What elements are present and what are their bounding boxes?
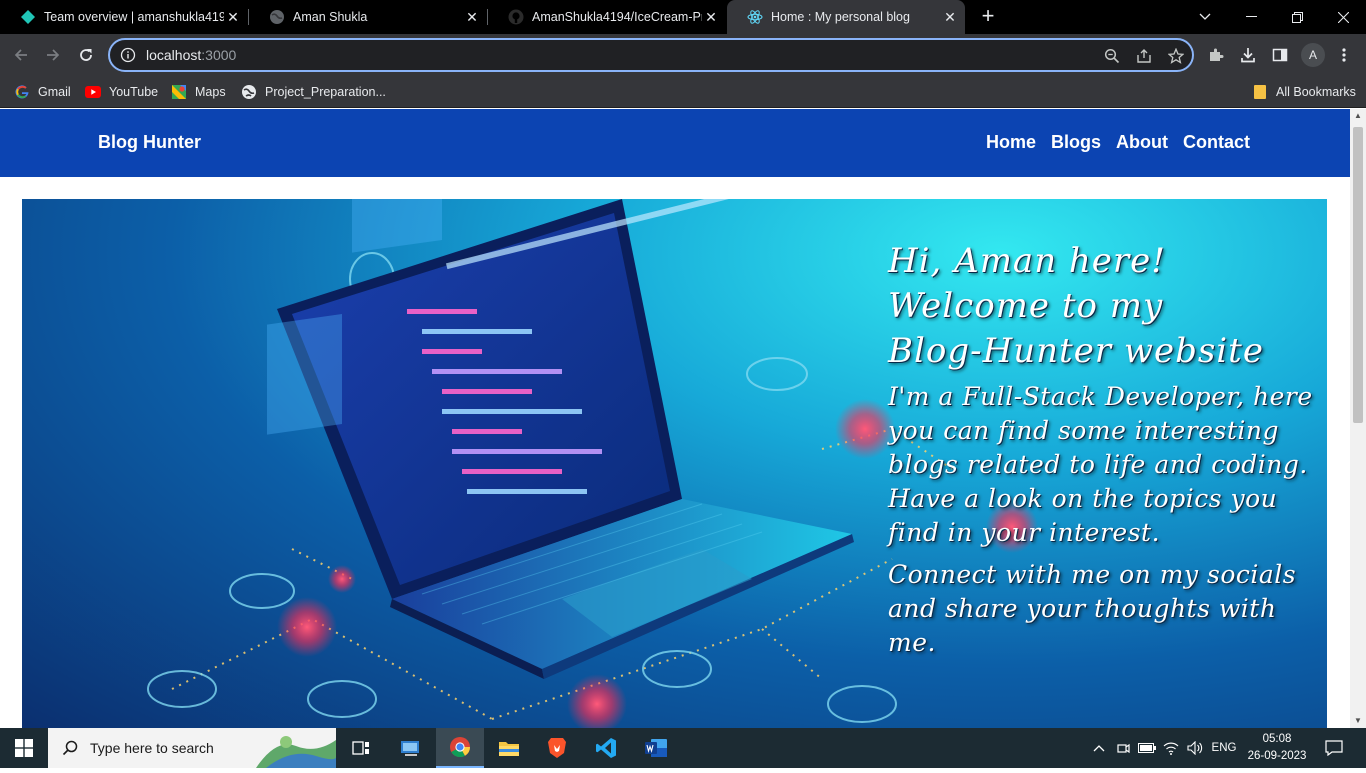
url-port: :3000 <box>201 47 237 63</box>
youtube-icon <box>85 84 101 100</box>
bookmark-label: Gmail <box>38 85 71 99</box>
clock-date: 26-09-2023 <box>1247 750 1307 762</box>
tab-home-blog[interactable]: Home : My personal blog ✕ <box>727 0 965 34</box>
new-tab-button[interactable]: + <box>976 4 1000 28</box>
extensions-icon[interactable] <box>1203 42 1229 68</box>
hero-connect: Connect with me on my socials and share … <box>888 560 1297 657</box>
github-icon <box>508 9 524 25</box>
close-window-button[interactable] <box>1320 0 1366 34</box>
tray-chevron-up-icon[interactable] <box>1090 728 1108 768</box>
taskbar-clock[interactable]: 05:08 26-09-2023 <box>1246 731 1308 765</box>
hero-intro: I'm a Full-Stack Developer, here you can… <box>888 382 1313 547</box>
all-bookmarks-label: All Bookmarks <box>1276 85 1356 99</box>
tab-title: Team overview | amanshukla4194 <box>44 10 224 24</box>
tab-github-repo[interactable]: AmanShukla4194/IceCream-Prod ✕ <box>488 0 726 34</box>
search-placeholder: Type here to search <box>90 740 214 756</box>
nav-contact[interactable]: Contact <box>1183 132 1250 153</box>
close-icon[interactable]: ✕ <box>702 9 720 26</box>
restore-button[interactable] <box>1274 0 1320 34</box>
side-panel-icon[interactable] <box>1267 42 1293 68</box>
scrollbar-thumb[interactable] <box>1353 127 1363 423</box>
hero-heading: Hi, Aman here! Welcome to my Blog-Hunter… <box>888 239 1318 374</box>
windows-taskbar: Type here to search ENG 05:08 26-09-2023 <box>0 728 1366 768</box>
globe-icon <box>241 84 257 100</box>
vscode-icon[interactable] <box>582 728 630 768</box>
hero-heading-line: Blog-Hunter website <box>888 331 1264 371</box>
battery-icon[interactable] <box>1137 728 1157 768</box>
windows-start-icon[interactable] <box>0 728 48 768</box>
browser-toolbar: localhost:3000 A <box>0 34 1366 76</box>
nav-blogs[interactable]: Blogs <box>1051 132 1101 153</box>
task-view-icon[interactable] <box>338 728 384 768</box>
search-icon <box>62 740 78 756</box>
address-bar[interactable]: localhost:3000 <box>108 38 1194 72</box>
brave-icon[interactable] <box>534 728 580 768</box>
tab-strip: Team overview | amanshukla4194 ✕ Aman Sh… <box>0 0 1366 34</box>
close-icon[interactable]: ✕ <box>941 9 959 26</box>
taskbar-search[interactable]: Type here to search <box>48 728 337 768</box>
language-indicator[interactable]: ENG <box>1208 728 1240 768</box>
tab-title: AmanShukla4194/IceCream-Prod <box>532 10 702 24</box>
hero-heading-line: Welcome to my <box>888 286 1164 326</box>
back-button[interactable] <box>8 42 34 68</box>
meet-now-icon[interactable] <box>1113 728 1133 768</box>
site-navbar: Blog Hunter Home Blogs About Contact <box>0 109 1350 177</box>
maps-icon <box>171 84 187 100</box>
tab-title: Home : My personal blog <box>771 10 910 24</box>
tab-aman-shukla[interactable]: Aman Shukla ✕ <box>249 0 487 34</box>
hero-text: Hi, Aman here! Welcome to my Blog-Hunter… <box>888 239 1318 660</box>
zoom-icon[interactable] <box>1102 46 1122 66</box>
clock-time: 05:08 <box>1262 733 1292 745</box>
google-icon <box>14 84 30 100</box>
close-icon[interactable]: ✕ <box>224 9 242 26</box>
page-viewport: Blog Hunter Home Blogs About Contact Hi,… <box>0 109 1350 728</box>
download-icon[interactable] <box>1235 42 1261 68</box>
file-explorer-icon[interactable] <box>388 728 434 768</box>
bookmark-label: Maps <box>195 85 226 99</box>
close-icon[interactable]: ✕ <box>463 9 481 26</box>
tab-search-chevron-icon[interactable] <box>1182 0 1228 34</box>
scroll-down-icon[interactable]: ▼ <box>1350 714 1366 728</box>
forward-button[interactable] <box>40 42 66 68</box>
bookmark-star-icon[interactable] <box>1166 46 1186 66</box>
wifi-icon[interactable] <box>1161 728 1181 768</box>
folder-icon[interactable] <box>486 728 532 768</box>
site-info-icon[interactable] <box>120 47 136 63</box>
menu-kebab-icon[interactable] <box>1331 42 1357 68</box>
reload-button[interactable] <box>73 42 99 68</box>
react-icon <box>747 9 763 25</box>
search-highlight-image <box>256 728 337 768</box>
all-bookmarks[interactable]: All Bookmarks <box>1252 82 1356 102</box>
minimize-button[interactable] <box>1228 0 1274 34</box>
bookmark-project-preparation[interactable]: Project_Preparation... <box>241 82 386 102</box>
chrome-icon[interactable] <box>436 728 484 768</box>
profile-avatar[interactable]: A <box>1301 43 1325 67</box>
scroll-up-icon[interactable]: ▲ <box>1350 109 1366 123</box>
hero-heading-line: Hi, Aman here! <box>888 241 1166 281</box>
url-host: localhost <box>146 47 202 63</box>
nav-links: Home Blogs About Contact <box>986 132 1250 153</box>
volume-icon[interactable] <box>1185 728 1205 768</box>
bookmarks-bar: Gmail YouTube Maps Project_Preparation..… <box>0 76 1366 108</box>
notification-icon[interactable] <box>1316 728 1352 768</box>
bookmark-youtube[interactable]: YouTube <box>85 82 158 102</box>
page-scrollbar[interactable]: ▲ ▼ <box>1350 109 1366 728</box>
share-icon[interactable] <box>1134 46 1154 66</box>
globe-icon <box>269 9 285 25</box>
url-text: localhost:3000 <box>146 47 236 63</box>
bookmark-gmail[interactable]: Gmail <box>14 82 71 102</box>
tab-title: Aman Shukla <box>293 10 368 24</box>
bookmark-maps[interactable]: Maps <box>171 82 226 102</box>
nav-about[interactable]: About <box>1116 132 1168 153</box>
netlify-icon <box>20 9 36 25</box>
folder-icon <box>1252 84 1268 100</box>
bookmark-label: Project_Preparation... <box>265 85 386 99</box>
site-brand[interactable]: Blog Hunter <box>98 132 201 153</box>
hero-banner: Hi, Aman here! Welcome to my Blog-Hunter… <box>22 199 1327 728</box>
word-icon[interactable] <box>632 728 680 768</box>
nav-home[interactable]: Home <box>986 132 1036 153</box>
bookmark-label: YouTube <box>109 85 159 99</box>
tab-team-overview[interactable]: Team overview | amanshukla4194 ✕ <box>0 0 248 34</box>
